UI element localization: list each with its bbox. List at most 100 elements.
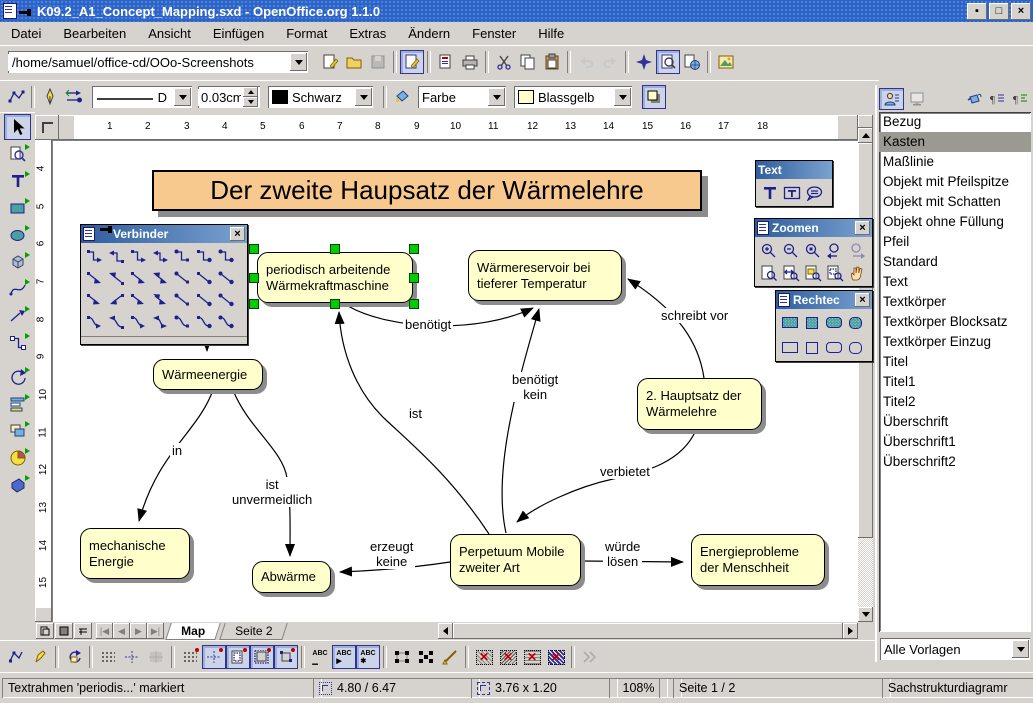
split-view-button[interactable] xyxy=(858,115,873,128)
style-list-item[interactable]: Kasten xyxy=(879,132,1031,152)
connector-option[interactable] xyxy=(128,246,149,267)
style-list-item[interactable]: Textkörper Blocksatz xyxy=(879,312,1031,332)
style-list-item[interactable]: Textkörper Einzug xyxy=(879,332,1031,352)
edge-label[interactable]: ist unvermeidlich xyxy=(230,477,314,507)
vertical-scrollbar[interactable] xyxy=(858,115,873,622)
verbinder-close-button[interactable]: × xyxy=(230,227,245,241)
fill-color-select[interactable]: Blassgelb xyxy=(514,86,632,108)
connector-option[interactable] xyxy=(172,246,193,267)
connector-option[interactable] xyxy=(216,312,237,333)
snap-to-object-border-toggle[interactable] xyxy=(250,645,274,669)
snap-to-grid-toggle[interactable] xyxy=(178,645,202,669)
save-button[interactable] xyxy=(366,50,390,74)
print-button[interactable] xyxy=(458,50,482,74)
connector-tool[interactable] xyxy=(4,330,31,356)
text-frame-option[interactable] xyxy=(781,182,802,203)
style-filter-select[interactable]: Alle Vorlagen xyxy=(880,638,1030,660)
open-button[interactable] xyxy=(342,50,366,74)
style-list-item[interactable]: Text xyxy=(879,272,1031,292)
concept-node[interactable]: 2. Hauptsatz der Wärmelehre xyxy=(637,378,762,430)
connector-option[interactable] xyxy=(172,268,193,289)
status-position[interactable]: 4.80 / 6.47 xyxy=(313,678,480,698)
concept-node[interactable]: Wärmereservoir bei tieferer Temperatur xyxy=(468,250,622,301)
new-document-button[interactable] xyxy=(318,50,342,74)
line-width-field[interactable] xyxy=(198,86,260,108)
line-style-select[interactable]: D xyxy=(92,86,192,108)
connector-option[interactable] xyxy=(194,312,215,333)
connector-option[interactable] xyxy=(216,246,237,267)
edit-points-button[interactable] xyxy=(4,85,28,109)
width-down-button[interactable] xyxy=(243,97,258,107)
text-tool[interactable] xyxy=(4,168,31,194)
arrange-tool[interactable] xyxy=(4,418,31,444)
paste-button[interactable] xyxy=(540,50,564,74)
gallery-button[interactable] xyxy=(714,50,738,74)
edge-label[interactable]: benötigt kein xyxy=(510,372,560,402)
connector-option[interactable] xyxy=(128,290,149,311)
copy-button[interactable] xyxy=(516,50,540,74)
cut-button[interactable] xyxy=(492,50,516,74)
selection-handle[interactable] xyxy=(409,244,419,254)
style-list-item[interactable]: Textkörper xyxy=(879,292,1031,312)
style-list-item[interactable]: Titel2 xyxy=(879,392,1031,412)
contour-mode-toggle[interactable]: ✕ xyxy=(496,645,520,669)
zoom-palette-titlebar[interactable]: Zoomen × xyxy=(755,219,872,237)
connector-option[interactable] xyxy=(84,268,105,289)
snap-to-snap-lines-toggle[interactable] xyxy=(202,645,226,669)
menu-item[interactable]: Bearbeiten xyxy=(52,23,137,44)
concept-node[interactable]: Abwärme xyxy=(252,561,331,593)
menu-item[interactable]: Hilfe xyxy=(527,23,575,44)
alignment-tool[interactable] xyxy=(4,391,31,417)
zoom-page-option[interactable] xyxy=(758,262,779,283)
shadow-toggle-button[interactable] xyxy=(642,85,666,109)
scroll-down-button[interactable] xyxy=(858,607,873,622)
status-template[interactable]: Sachstrukturdiagramr xyxy=(882,678,1033,698)
presentation-styles-button[interactable] xyxy=(904,88,929,110)
last-page-button[interactable]: ▶| xyxy=(147,623,164,639)
style-filter-dropdown-button[interactable] xyxy=(1012,640,1029,658)
insert-tool[interactable] xyxy=(4,445,31,471)
text-placeholder-toggle[interactable]: ✕ xyxy=(520,645,544,669)
line-contour-toggle[interactable]: ✕ xyxy=(544,645,568,669)
hyperlink-button[interactable] xyxy=(680,50,704,74)
url-combobox[interactable] xyxy=(8,51,308,73)
selection-handle[interactable] xyxy=(249,299,259,309)
connector-option[interactable] xyxy=(172,290,193,311)
style-list-item[interactable]: Objekt ohne Füllung xyxy=(879,212,1031,232)
previous-page-button[interactable]: ◀ xyxy=(113,623,130,639)
update-style-button[interactable]: ¶ xyxy=(1008,88,1031,110)
navigator-button[interactable] xyxy=(632,50,656,74)
3d-objects-tool[interactable] xyxy=(4,249,31,275)
connector-option[interactable] xyxy=(106,312,127,333)
menu-item[interactable]: Ändern xyxy=(397,23,461,44)
line-style-dropdown-button[interactable] xyxy=(174,88,191,106)
connector-option[interactable] xyxy=(84,246,105,267)
edge-label[interactable]: erzeugt keine xyxy=(368,539,415,569)
selection-handle[interactable] xyxy=(330,299,340,309)
concept-node[interactable]: Energieprobleme der Menschheit xyxy=(691,534,825,586)
square-outline-option[interactable] xyxy=(801,337,822,358)
text-option[interactable] xyxy=(759,182,780,203)
rounded-square-filled-option[interactable] xyxy=(845,312,866,333)
edit-points-toggle[interactable] xyxy=(4,645,28,669)
area-dialog-button[interactable] xyxy=(390,85,414,109)
curve-tool[interactable] xyxy=(4,276,31,302)
connector-option[interactable] xyxy=(128,268,149,289)
rotate-tool[interactable] xyxy=(4,364,31,390)
edge-label[interactable]: in xyxy=(170,443,184,458)
style-list-item[interactable]: Überschrift xyxy=(879,412,1031,432)
connector-option[interactable] xyxy=(194,290,215,311)
selection-handle[interactable] xyxy=(409,273,419,283)
zoom-in-option[interactable] xyxy=(758,240,779,261)
connector-option[interactable] xyxy=(128,312,149,333)
arrow-style-button[interactable] xyxy=(62,85,86,109)
style-list-item[interactable]: Maßlinie xyxy=(879,152,1031,172)
zoom-out-option[interactable] xyxy=(780,240,801,261)
verbinder-palette-titlebar[interactable]: Verbinder × xyxy=(81,225,247,243)
double-click-text-toggle[interactable]: ABC✱ xyxy=(356,645,380,669)
window-titlebar[interactable]: K09.2_A1_Concept_Mapping.sxd - OpenOffic… xyxy=(0,0,1033,22)
snap-to-page-margins-toggle[interactable] xyxy=(226,645,250,669)
menu-item[interactable]: Ansicht xyxy=(137,23,202,44)
undo-button[interactable] xyxy=(574,50,598,74)
modify-with-attributes-toggle[interactable] xyxy=(438,645,462,669)
